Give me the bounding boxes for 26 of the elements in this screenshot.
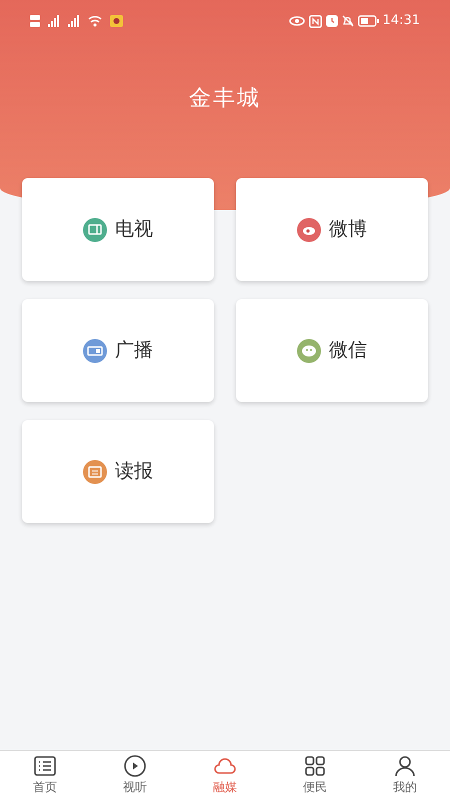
battery-icon bbox=[358, 15, 379, 27]
nfc-icon bbox=[308, 14, 322, 28]
nav-tab[interactable]: 便民 bbox=[270, 751, 360, 800]
status-time: 14:31 bbox=[382, 12, 420, 30]
signal-icon bbox=[48, 14, 60, 28]
menu-tile[interactable]: 广播 bbox=[22, 299, 214, 402]
play-icon bbox=[123, 754, 147, 778]
signal-icon bbox=[68, 14, 80, 28]
mute-icon bbox=[342, 15, 354, 27]
grid-icon bbox=[303, 754, 327, 778]
menu-tile[interactable]: 电视 bbox=[22, 178, 214, 281]
hd-icon bbox=[30, 14, 40, 28]
app-notification-icon bbox=[110, 15, 123, 27]
list-icon bbox=[33, 754, 57, 778]
nav-tab[interactable]: 我的 bbox=[360, 751, 450, 800]
menu-tile[interactable]: 微信 bbox=[236, 299, 428, 402]
eye-icon bbox=[288, 16, 305, 26]
nav-tab[interactable]: 首页 bbox=[0, 751, 90, 800]
alarm-icon bbox=[326, 15, 338, 27]
wifi-icon bbox=[88, 15, 102, 27]
menu-tile[interactable]: 读报 bbox=[22, 420, 214, 523]
menu-tile[interactable]: 微博 bbox=[236, 178, 428, 281]
nav-tab[interactable]: 视听 bbox=[90, 751, 180, 800]
page-title: 金丰城 bbox=[189, 85, 261, 113]
nav-tab[interactable]: 融媒 bbox=[180, 751, 270, 800]
user-icon bbox=[393, 754, 417, 778]
